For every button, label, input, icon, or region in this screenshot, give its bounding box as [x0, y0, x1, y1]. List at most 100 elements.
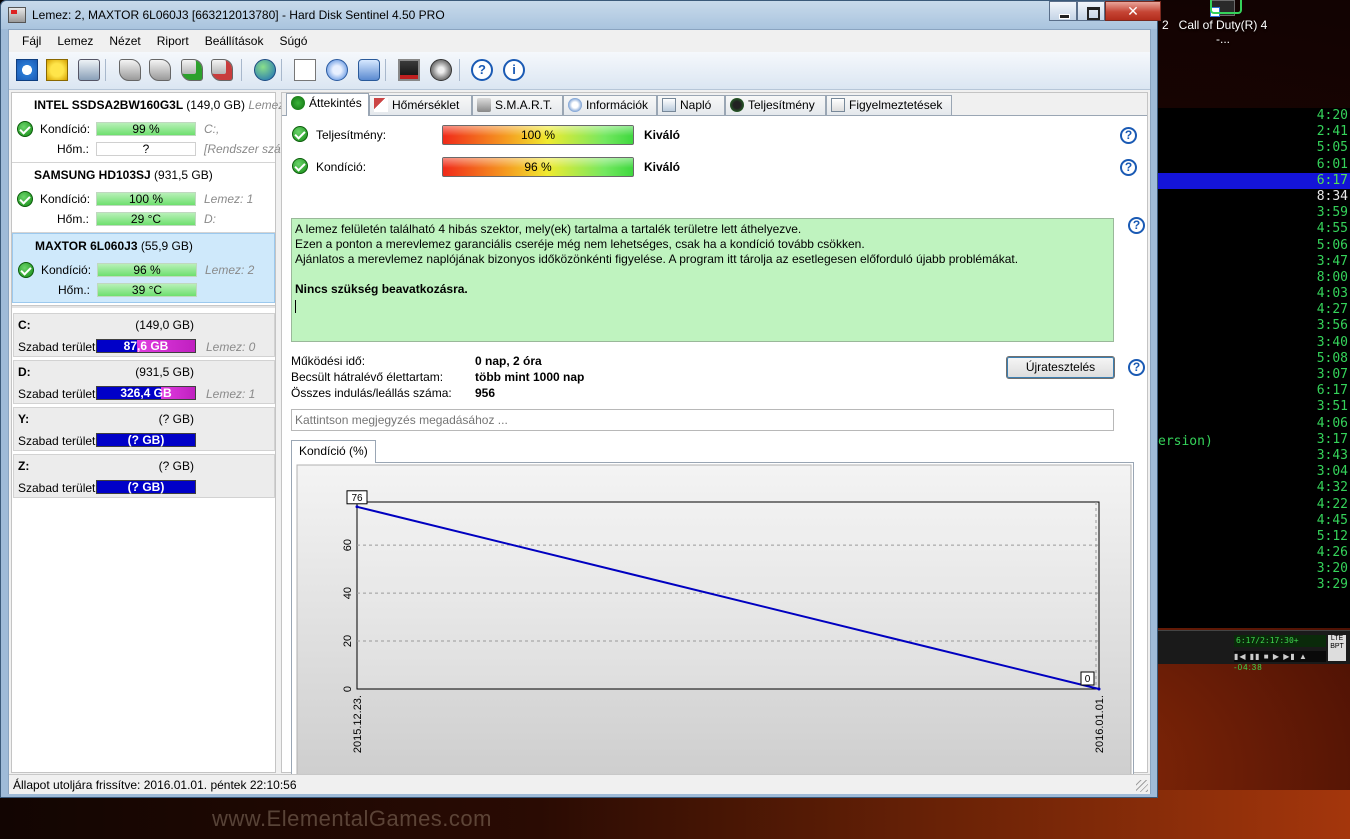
tab-4[interactable]: Napló	[657, 95, 725, 115]
tab-5[interactable]: Teljesítmény	[725, 95, 826, 115]
free-space-value: (? GB)	[127, 480, 165, 494]
toolbar-separator	[241, 59, 242, 81]
temperature-label: Hőm.:	[57, 212, 90, 226]
message-line: A lemez felületén található 4 hibás szek…	[295, 222, 802, 236]
menu-item-1[interactable]: Lemez	[49, 30, 101, 52]
partition-entry[interactable]: Z: (? GB) Szabad terület (? GB)	[13, 454, 275, 498]
menu-bar: Fájl Lemez Nézet Riport Beállítások Súgó	[9, 30, 1150, 52]
toolbar: ? i	[9, 52, 1150, 90]
menu-item-2[interactable]: Nézet	[101, 30, 148, 52]
free-space-bar: 87,6 GB	[96, 339, 196, 353]
menu-item-3[interactable]: Riport	[149, 30, 197, 52]
partition-entry[interactable]: Y: (? GB) Szabad terület (? GB)	[13, 407, 275, 451]
console-line: 3:51	[1316, 399, 1348, 415]
disk-entry[interactable]: MAXTOR 6L060J3 (55,9 GB) Kondíció: 96 % Lem…	[12, 233, 275, 303]
help-icon[interactable]: ?	[1128, 217, 1145, 234]
close-button[interactable]: ✕	[1105, 1, 1161, 21]
performance-label: Teljesítmény:	[316, 128, 387, 142]
partition-capacity: (? GB)	[158, 459, 194, 473]
temperature-value: 39 °C	[97, 283, 197, 297]
info-icon: i	[503, 59, 525, 81]
message-line: Ezen a ponton a merevlemez garanciális c…	[295, 237, 865, 251]
info-button[interactable]: i	[501, 57, 527, 83]
console-line: 8:00	[1316, 269, 1348, 285]
alert-document-icon	[831, 98, 845, 112]
condition-note: C:,	[204, 122, 220, 136]
status-message-box[interactable]: A lemez felületén található 4 hibás szek…	[291, 218, 1114, 342]
minimize-button[interactable]	[1049, 1, 1077, 21]
console-line: 4:26	[1316, 545, 1348, 561]
condition-label: Kondíció:	[40, 192, 91, 206]
condition-bar: 96 %	[442, 157, 634, 177]
ok-check-icon	[292, 158, 308, 174]
usb-drive-button[interactable]	[117, 57, 143, 83]
check-icon	[291, 96, 305, 110]
power-cycles-value: 956	[475, 386, 496, 400]
help-button[interactable]: ?	[469, 57, 495, 83]
menu-item-5[interactable]: Súgó	[271, 30, 315, 52]
partition-capacity: (? GB)	[158, 412, 194, 426]
tab-0[interactable]: Áttekintés	[286, 93, 369, 116]
help-icon[interactable]: ?	[1120, 159, 1137, 176]
console-line: 3:04	[1316, 464, 1348, 480]
note-input[interactable]	[291, 409, 1114, 431]
y-tick-label: 60	[342, 539, 354, 551]
console-line: 3:59	[1316, 205, 1348, 221]
tab-label: Hőmérséklet	[392, 98, 460, 112]
partition-entry[interactable]: C: (149,0 GB) Szabad terület 87,6 GB Lemez: …	[13, 313, 275, 357]
network-button[interactable]	[356, 57, 382, 83]
sync-button[interactable]	[324, 57, 350, 83]
usb-drive-check-button[interactable]	[179, 57, 205, 83]
window-controls: ✕	[1049, 1, 1161, 21]
app-icon[interactable]	[8, 7, 26, 23]
temperature-value: 29 °C	[96, 212, 196, 226]
help-icon[interactable]: ?	[1128, 359, 1145, 376]
help-icon[interactable]: ?	[1120, 127, 1137, 144]
tab-label: Napló	[680, 98, 712, 112]
condition-label: Kondíció:	[41, 263, 92, 277]
tab-label: Figyelmeztetések	[849, 98, 943, 112]
maximize-button[interactable]	[1077, 1, 1105, 21]
disk-entry[interactable]: SAMSUNG HD103SJ (931,5 GB) Kondíció: 100 %…	[12, 163, 275, 233]
disk-icon	[78, 59, 100, 81]
free-space-value: 326,4 GB	[120, 386, 172, 400]
globe-button[interactable]	[252, 57, 278, 83]
monitor-icon	[398, 59, 420, 81]
log-document-icon	[662, 98, 676, 112]
console-line: 4:32	[1316, 480, 1348, 496]
console-line: 5:08	[1316, 350, 1348, 366]
resize-grip-icon[interactable]	[1136, 780, 1148, 792]
usb-drive-remove-button[interactable]	[209, 57, 235, 83]
speaker-button[interactable]	[428, 57, 454, 83]
retest-button[interactable]: Újratesztelés	[1006, 356, 1115, 379]
tab-3[interactable]: Információk	[563, 95, 657, 115]
uptime-label: Működési idő:	[291, 354, 366, 368]
console-line: 4:03	[1316, 286, 1348, 302]
tab-1[interactable]: Hőmérséklet	[369, 95, 472, 115]
partition-entry[interactable]: D: (931,5 GB) Szabad terület 326,4 GB Lemez:…	[13, 360, 275, 404]
y-tick-label: 40	[342, 587, 354, 599]
player-controls[interactable]: ▮◀ ▮▮ ■ ▶ ▶▮ ▲ -04:38	[1234, 651, 1326, 672]
menu-item-0[interactable]: Fájl	[14, 30, 49, 52]
player-buttons-icon[interactable]: ▮◀ ▮▮ ■ ▶ ▶▮ ▲	[1234, 652, 1308, 661]
temperature-value: ?	[96, 142, 196, 156]
document-button[interactable]	[292, 57, 318, 83]
refresh-button[interactable]	[14, 57, 40, 83]
title-bar[interactable]: Lemez: 2, MAXTOR 6L060J3 [663212013780] …	[1, 1, 1161, 29]
disk-model: MAXTOR 6L060J3	[35, 239, 138, 253]
monitor-button[interactable]	[396, 57, 422, 83]
disk-entry[interactable]: INTEL SSDSA2BW160G3L (149,0 GB) Lemez Kon…	[12, 93, 284, 163]
performance-value: 100 %	[520, 128, 556, 142]
disk-button[interactable]	[76, 57, 102, 83]
chart-tab-condition[interactable]: Kondíció (%)	[291, 440, 376, 463]
warning-button[interactable]	[44, 57, 70, 83]
menu-item-4[interactable]: Beállítások	[197, 30, 272, 52]
player-time-display: 6:17/2:17:30+	[1234, 635, 1326, 647]
tab-6[interactable]: Figyelmeztetések	[826, 95, 952, 115]
usb-drive-add-button[interactable]	[147, 57, 173, 83]
partition-letter: D:	[18, 365, 31, 379]
condition-value: 96 %	[524, 160, 552, 174]
console-line: 3:40	[1316, 334, 1348, 350]
toolbar-separator	[459, 59, 460, 81]
tab-2[interactable]: S.M.A.R.T.	[472, 95, 563, 115]
